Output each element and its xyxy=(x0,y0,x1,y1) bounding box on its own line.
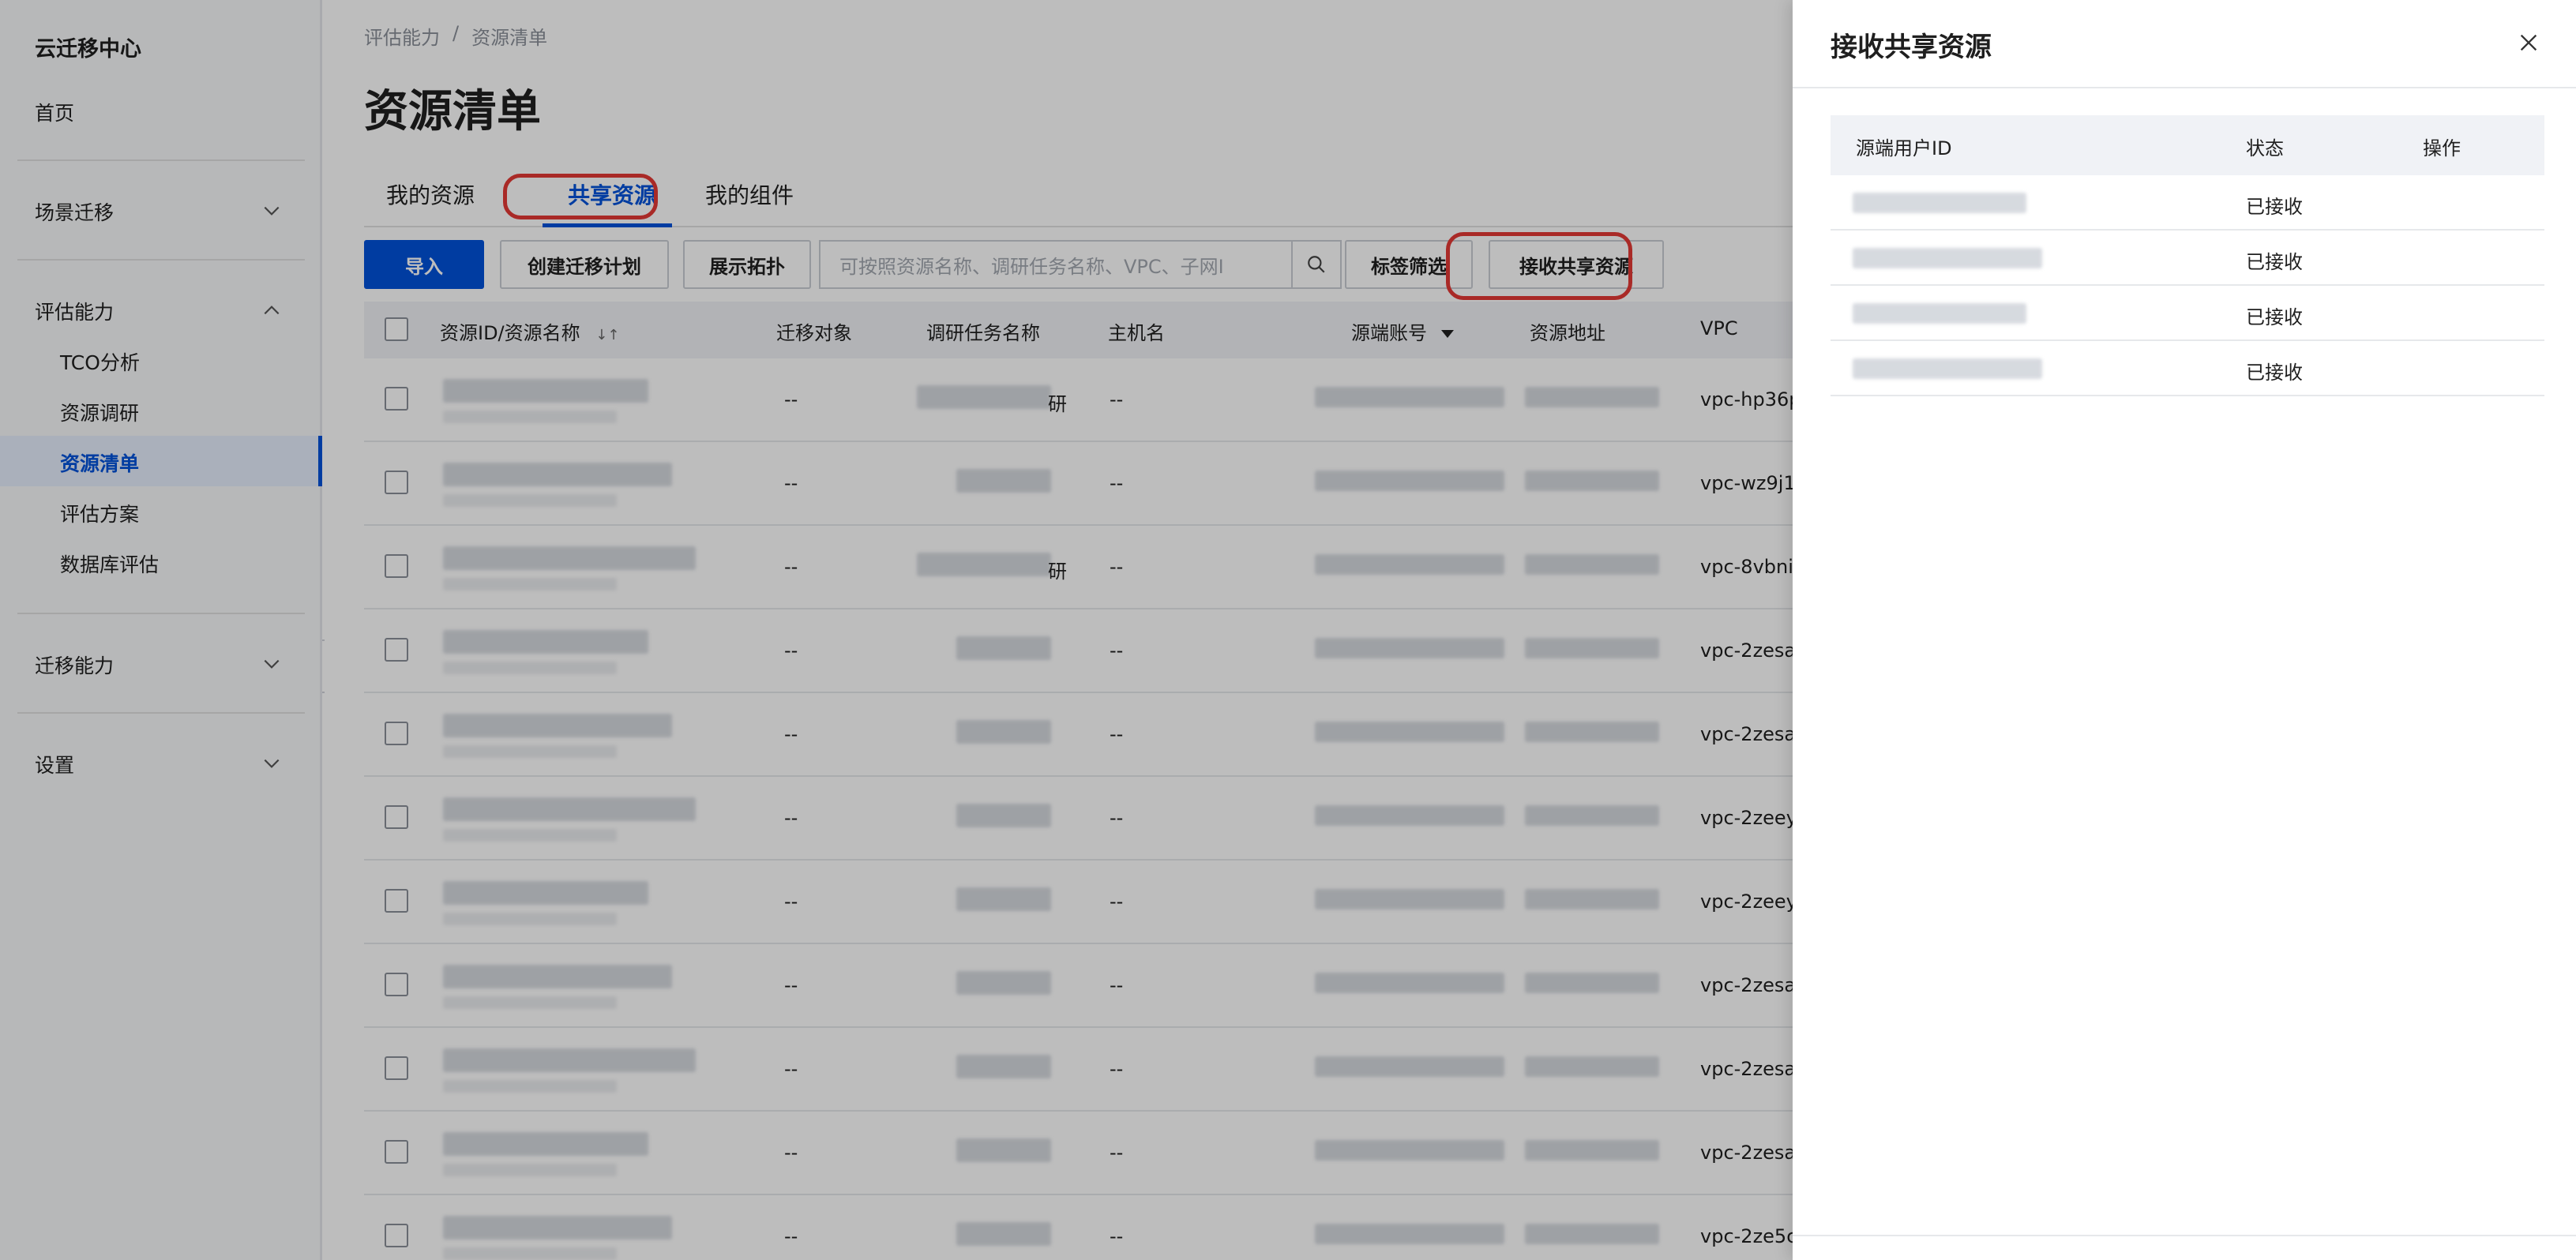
redacted-source-user-id xyxy=(1853,248,2042,268)
drawer-table-header: 源端用户ID 状态 操作 xyxy=(1831,115,2544,175)
cell-status: 已接收 xyxy=(2246,196,2303,218)
close-icon xyxy=(2520,34,2537,51)
redacted-source-user-id xyxy=(1853,193,2026,213)
column-header-status: 状态 xyxy=(2246,137,2284,159)
column-header-actions: 操作 xyxy=(2423,137,2461,159)
cell-status: 已接收 xyxy=(2246,362,2303,384)
drawer-title: 接收共享资源 xyxy=(1831,32,1992,63)
cell-status: 已接收 xyxy=(2246,251,2303,273)
drawer-table-row: 已接收 xyxy=(1831,175,2544,231)
app-root: 云迁移中心 首页 场景迁移 评估能力 TCO分析 资源调研 资源清单 评估方案 … xyxy=(0,0,2576,1260)
drawer-footer-divider xyxy=(1793,1235,2576,1236)
cell-status: 已接收 xyxy=(2246,306,2303,328)
drawer-table-row: 已接收 xyxy=(1831,341,2544,396)
redacted-source-user-id xyxy=(1853,358,2042,379)
receive-shared-resources-drawer: 接收共享资源 源端用户ID 状态 操作 已接收 已接收 已接收 已接收 xyxy=(1793,0,2576,1260)
drawer-table-row: 已接收 xyxy=(1831,286,2544,341)
column-header-source-user-id: 源端用户ID xyxy=(1856,137,1952,159)
drawer-table-row: 已接收 xyxy=(1831,231,2544,286)
drawer-header: 接收共享资源 xyxy=(1793,0,2576,88)
modal-overlay[interactable] xyxy=(0,0,1793,1260)
drawer-close-button[interactable] xyxy=(2513,27,2544,58)
redacted-source-user-id xyxy=(1853,303,2026,324)
